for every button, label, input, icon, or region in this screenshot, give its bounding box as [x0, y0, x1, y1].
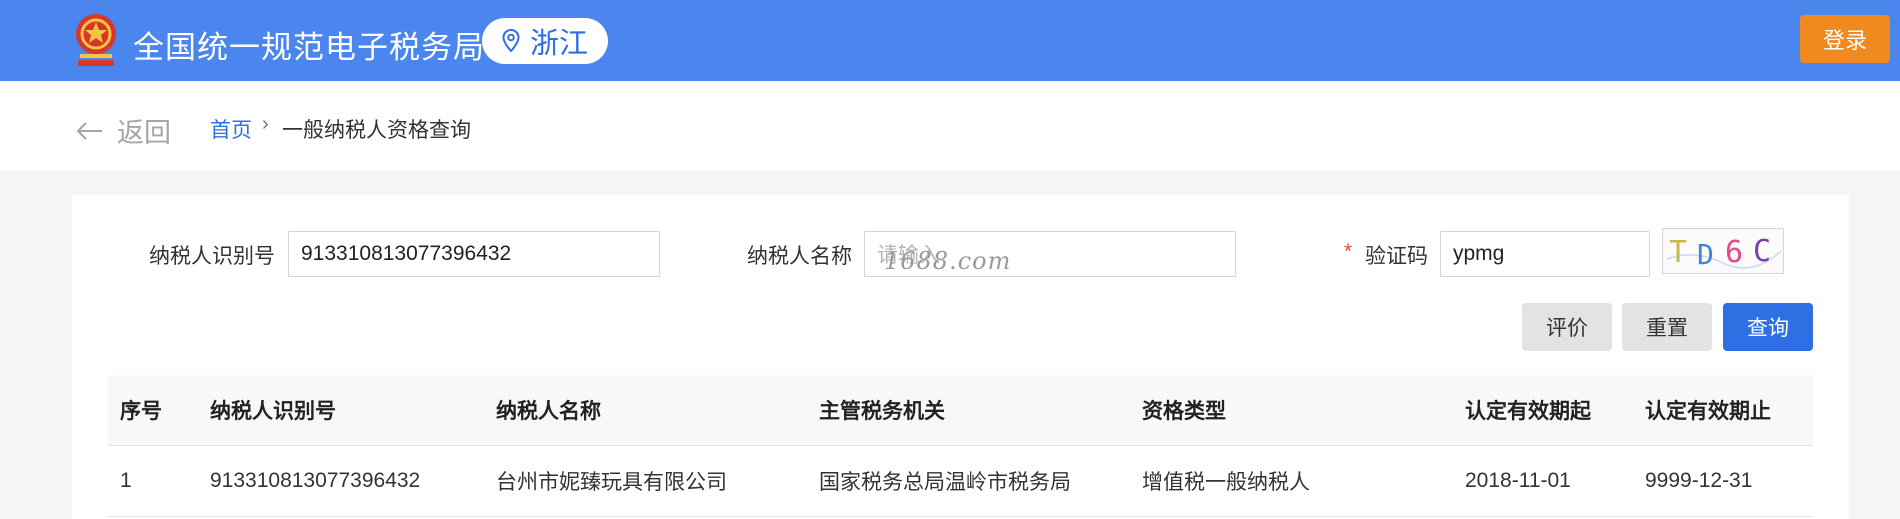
taxpayer-id-label: 纳税人识别号 [149, 245, 275, 268]
back-label: 返回 [117, 118, 171, 148]
column-header: 序号 [120, 400, 162, 423]
table-cell: 国家税务总局温岭市税务局 [819, 471, 1071, 494]
svg-text:C: C [1753, 234, 1771, 269]
captcha-glyphs: T D 6 C [1666, 234, 1782, 271]
table-cell: 增值税一般纳税人 [1142, 471, 1310, 494]
captcha-input[interactable]: ypmg [1440, 231, 1650, 277]
column-header: 认定有效期止 [1645, 400, 1771, 423]
column-header: 纳税人名称 [496, 400, 601, 423]
column-header: 资格类型 [1142, 400, 1226, 423]
captcha-label: 验证码 [1365, 245, 1428, 268]
column-header: 主管税务机关 [819, 400, 945, 423]
svg-text:6: 6 [1725, 235, 1743, 270]
table-cell: 1 [120, 469, 132, 492]
breadcrumb-home-link[interactable]: 首页 [210, 114, 252, 144]
region-selector[interactable]: 浙江 [482, 18, 608, 64]
location-pin-icon [502, 29, 520, 53]
table-cell: 台州市妮臻玩具有限公司 [496, 471, 727, 494]
captcha-image[interactable]: T D 6 C [1662, 228, 1784, 274]
column-header: 纳税人识别号 [210, 400, 336, 423]
query-panel: 纳税人识别号 913310813077396432 纳税人名称 请输入 1688… [72, 195, 1849, 519]
breadcrumb-current: 一般纳税人资格查询 [282, 119, 471, 142]
region-label: 浙江 [529, 28, 588, 60]
table-cell: 9999-12-31 [1645, 469, 1753, 492]
top-header-bar: 全国统一规范电子税务局 浙江 登录 [0, 0, 1900, 81]
national-emblem-logo [76, 14, 116, 66]
login-button[interactable]: 登录 [1800, 15, 1890, 63]
query-button[interactable]: 查询 [1723, 303, 1813, 351]
table-cell: 2018-11-01 [1465, 469, 1571, 492]
site-title: 全国统一规范电子税务局 [133, 30, 485, 65]
table-header: 序号 纳税人识别号 纳税人名称 主管税务机关 资格类型 认定有效期起 认定有效期… [108, 375, 1813, 446]
svg-text:T: T [1669, 235, 1687, 270]
svg-text:D: D [1697, 238, 1714, 271]
back-button[interactable]: 返回 [75, 111, 171, 150]
evaluate-button[interactable]: 评价 [1522, 303, 1612, 351]
required-mark: * [1344, 240, 1353, 263]
breadcrumb-bar: 返回 首页 › 一般纳税人资格查询 [0, 81, 1900, 171]
breadcrumb-separator: › [262, 113, 269, 135]
taxpayer-name-input[interactable]: 请输入 [864, 231, 1236, 277]
column-header: 认定有效期起 [1465, 400, 1591, 423]
table-row[interactable]: 1 913310813077396432 台州市妮臻玩具有限公司 国家税务总局温… [108, 446, 1813, 517]
taxpayer-id-input[interactable]: 913310813077396432 [288, 231, 660, 277]
table-cell: 913310813077396432 [210, 469, 421, 492]
arrow-left-icon [76, 121, 102, 140]
reset-button[interactable]: 重置 [1622, 303, 1712, 351]
taxpayer-name-label: 纳税人名称 [747, 245, 852, 268]
